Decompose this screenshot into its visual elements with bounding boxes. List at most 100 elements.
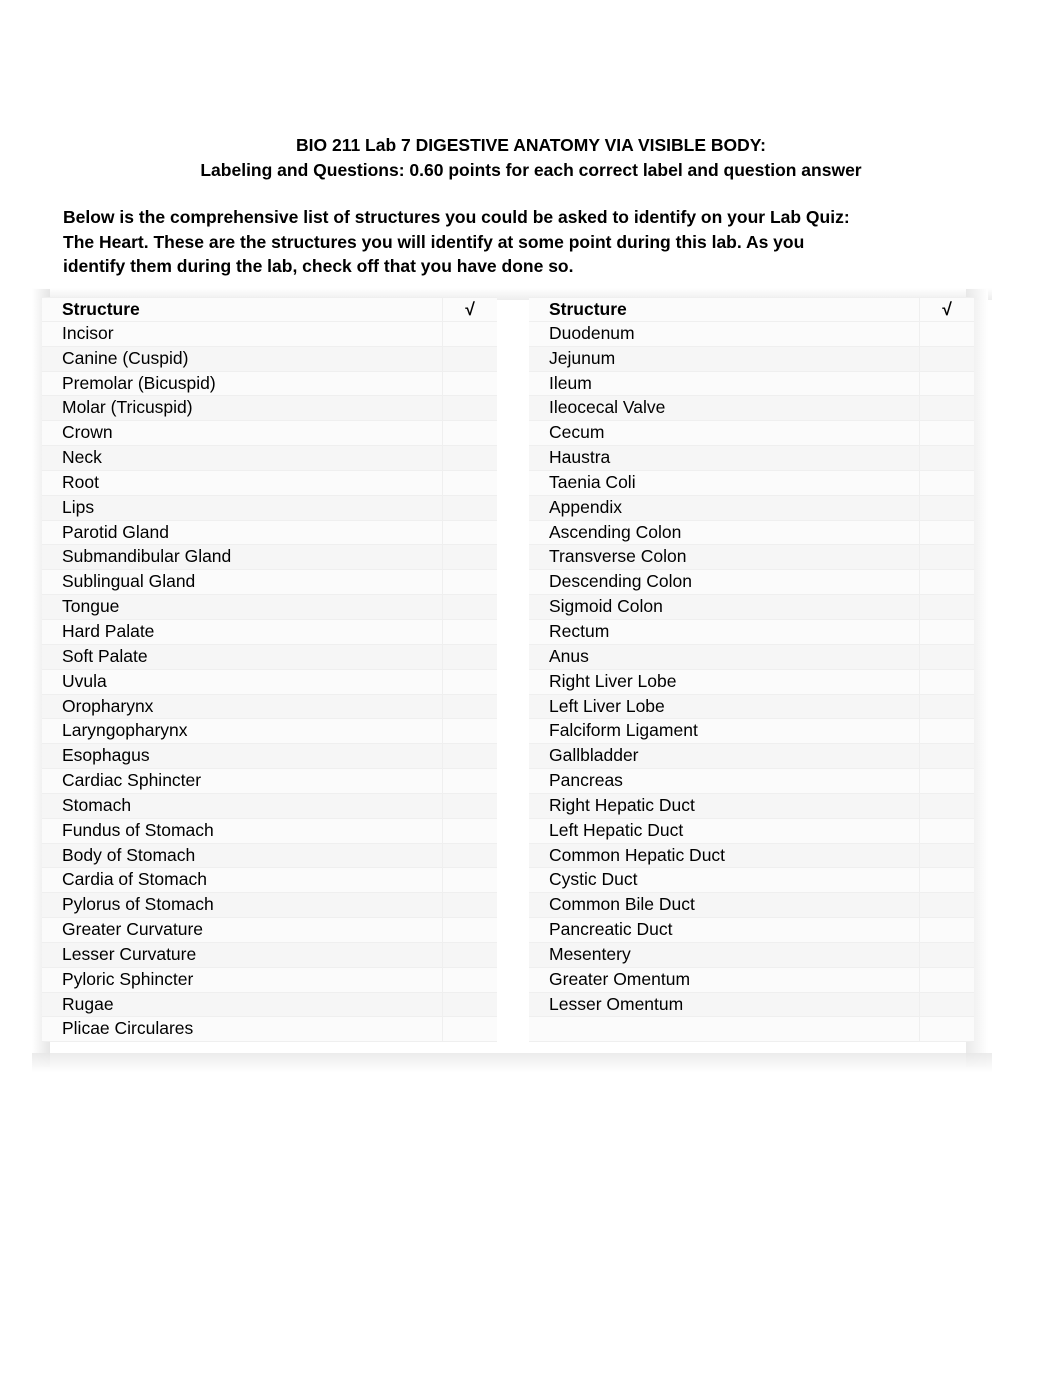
table-row: Right Hepatic Duct <box>529 793 974 819</box>
structure-check-cell[interactable] <box>920 347 974 371</box>
structure-check-cell[interactable] <box>443 943 497 967</box>
structure-name-cell: Soft Palate <box>42 644 443 669</box>
structure-check-cell[interactable] <box>443 396 497 420</box>
structure-check-cell[interactable] <box>920 868 974 892</box>
structure-check-cell[interactable] <box>443 794 497 818</box>
structure-check-cell[interactable] <box>920 844 974 868</box>
document-title: BIO 211 Lab 7 DIGESTIVE ANATOMY VIA VISI… <box>63 133 999 182</box>
structure-check-cell[interactable] <box>443 570 497 594</box>
structure-check-cell[interactable] <box>443 1017 497 1041</box>
structure-name-cell: Right Hepatic Duct <box>529 793 920 818</box>
structure-check-cell[interactable] <box>443 769 497 793</box>
structure-check-cell[interactable] <box>443 347 497 371</box>
structure-check-cell[interactable] <box>443 322 497 346</box>
structure-check-cell[interactable] <box>443 893 497 917</box>
structure-check-cell[interactable] <box>443 521 497 545</box>
structure-name-cell: Hard Palate <box>42 619 443 644</box>
structure-check-cell[interactable] <box>443 620 497 644</box>
structure-name-cell: Taenia Coli <box>529 470 920 495</box>
structure-check-cell[interactable] <box>920 769 974 793</box>
structure-check-cell[interactable] <box>920 1017 974 1041</box>
structure-check-cell[interactable] <box>443 819 497 843</box>
table-row: Greater Omentum <box>529 967 974 993</box>
table-row: Sigmoid Colon <box>529 595 974 620</box>
structure-check-cell[interactable] <box>920 396 974 420</box>
structure-check-cell[interactable] <box>920 645 974 669</box>
structure-check-cell[interactable] <box>920 719 974 743</box>
structure-check-cell[interactable] <box>443 645 497 669</box>
structure-check-cell[interactable] <box>920 545 974 569</box>
table-row: Descending Colon <box>529 570 974 596</box>
structure-check-cell[interactable] <box>920 695 974 719</box>
structure-check-cell[interactable] <box>920 570 974 594</box>
structure-check-cell[interactable] <box>920 968 974 992</box>
structure-check-cell[interactable] <box>920 943 974 967</box>
structure-check-cell[interactable] <box>920 496 974 520</box>
table-row: Soft Palate <box>42 644 497 670</box>
structure-name-cell: Crown <box>42 421 443 446</box>
structure-check-cell[interactable] <box>920 819 974 843</box>
structure-name-cell: Pancreatic Duct <box>529 918 920 942</box>
structure-name-cell: Fundus of Stomach <box>42 818 443 843</box>
structure-check-cell[interactable] <box>920 993 974 1017</box>
document-page: BIO 211 Lab 7 DIGESTIVE ANATOMY VIA VISI… <box>0 0 1062 1377</box>
structure-check-cell[interactable] <box>443 545 497 569</box>
column-header-check-right: √ <box>942 299 952 319</box>
table-row: Lesser Omentum <box>529 992 974 1018</box>
structure-name-cell: Common Hepatic Duct <box>529 843 920 868</box>
structure-check-cell[interactable] <box>443 695 497 719</box>
structure-check-cell[interactable] <box>920 893 974 917</box>
structure-check-cell[interactable] <box>443 744 497 768</box>
structure-check-cell[interactable] <box>443 719 497 743</box>
table-row: Uvula <box>42 669 497 695</box>
structure-check-cell[interactable] <box>920 794 974 818</box>
structure-check-cell[interactable] <box>920 322 974 346</box>
table-row: Cardiac Sphincter <box>42 769 497 794</box>
structure-check-cell[interactable] <box>443 918 497 942</box>
table-row: Ascending Colon <box>529 520 974 546</box>
column-header-structure-right: Structure <box>529 298 920 321</box>
structure-name-cell: Appendix <box>529 495 920 520</box>
structure-check-cell[interactable] <box>443 968 497 992</box>
table-row: Sublingual Gland <box>42 570 497 596</box>
structure-name-cell: Lesser Omentum <box>529 992 920 1017</box>
structure-name-cell: Ascending Colon <box>529 520 920 545</box>
structure-check-cell[interactable] <box>920 744 974 768</box>
structure-name-cell: Lips <box>42 495 443 520</box>
table-row: Pancreatic Duct <box>529 918 974 943</box>
structure-check-cell[interactable] <box>920 372 974 396</box>
table-row: Neck <box>42 446 497 471</box>
structure-name-cell: Gallbladder <box>529 744 920 769</box>
structure-check-cell[interactable] <box>443 421 497 445</box>
structure-check-cell[interactable] <box>920 421 974 445</box>
table-row: Common Bile Duct <box>529 893 974 919</box>
table-row: Plicae Circulares <box>42 1017 497 1043</box>
structure-check-cell[interactable] <box>443 844 497 868</box>
structure-check-cell[interactable] <box>443 471 497 495</box>
structure-check-cell[interactable] <box>443 993 497 1017</box>
structure-check-cell[interactable] <box>443 670 497 694</box>
structure-check-cell[interactable] <box>920 471 974 495</box>
structure-check-cell[interactable] <box>443 446 497 470</box>
structure-check-cell[interactable] <box>920 446 974 470</box>
table-row: Molar (Tricuspid) <box>42 396 497 422</box>
intro-line-2: The Heart. These are the structures you … <box>63 231 805 252</box>
table-row: Ileocecal Valve <box>529 396 974 422</box>
table-row: Canine (Cuspid) <box>42 346 497 372</box>
structure-check-cell[interactable] <box>443 595 497 619</box>
structure-check-cell[interactable] <box>920 918 974 942</box>
structure-check-cell[interactable] <box>920 620 974 644</box>
table-row: Rectum <box>529 619 974 645</box>
structure-check-cell[interactable] <box>443 372 497 396</box>
table-row: Body of Stomach <box>42 843 497 869</box>
structure-name-cell: Rectum <box>529 619 920 644</box>
structure-name-cell: Greater Omentum <box>529 967 920 992</box>
structure-check-cell[interactable] <box>443 868 497 892</box>
structure-name-cell: Premolar (Bicuspid) <box>42 371 443 396</box>
structure-check-cell[interactable] <box>920 670 974 694</box>
structure-check-cell[interactable] <box>443 496 497 520</box>
structure-check-cell[interactable] <box>920 595 974 619</box>
table-row: Cystic Duct <box>529 868 974 894</box>
structure-name-cell: Submandibular Gland <box>42 545 443 570</box>
structure-check-cell[interactable] <box>920 521 974 545</box>
